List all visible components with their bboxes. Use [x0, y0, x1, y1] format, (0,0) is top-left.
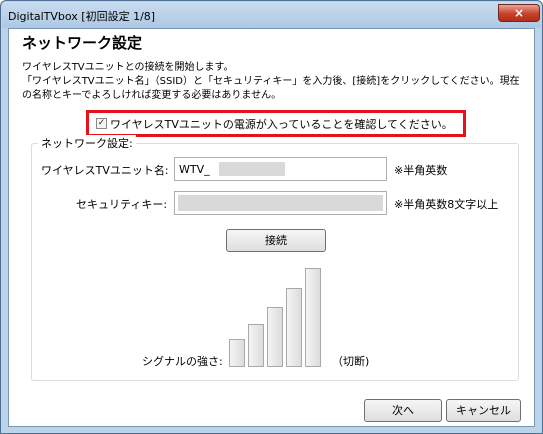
ssid-value: WTV_ [179, 163, 210, 176]
signal-status: （切断) [332, 355, 370, 368]
network-group-label: ネットワーク設定: [38, 135, 136, 151]
ssid-input[interactable]: WTV_ [174, 157, 387, 181]
window-title: DigitalTVbox [初回設定 1/8] [8, 10, 156, 23]
title-bar[interactable]: DigitalTVbox [初回設定 1/8] × [2, 2, 541, 28]
signal-bar-2 [248, 324, 264, 367]
close-button[interactable]: × [498, 4, 540, 22]
power-check-label[interactable]: ワイヤレスTVユニットの電源が入っていることを確認してください。 [110, 116, 453, 132]
intro-line-3: の名称とキーでよろしければ変更する必要はありません。 [22, 90, 282, 101]
signal-bar-3 [267, 307, 283, 367]
cancel-button[interactable]: キャンセル [446, 399, 521, 422]
security-key-label: セキュリティキー: [76, 198, 168, 211]
intro-line-1: ワイヤレスTVユニットとの接続を開始します。 [22, 62, 234, 73]
signal-bar-4 [286, 288, 302, 367]
page-title: ネットワーク設定 [22, 34, 143, 52]
ssid-label: ワイヤレスTVユニット名: [41, 164, 169, 177]
ssid-note: ※半角英数 [394, 164, 448, 177]
power-check-checkbox[interactable]: ✓ [96, 118, 107, 129]
security-key-note: ※半角英数8文字以上 [394, 198, 499, 211]
intro-line-2: 「ワイヤレスTVユニット名」（SSID）と「セキュリティキー」を入力後、[接続]… [22, 76, 520, 87]
signal-bar-5 [305, 268, 321, 367]
signal-bar-1 [229, 339, 245, 367]
security-key-input[interactable] [174, 191, 387, 215]
security-key-masked [178, 195, 383, 211]
connect-button[interactable]: 接続 [226, 229, 326, 252]
signal-strength-label: シグナルの強さ: [142, 355, 223, 368]
next-button[interactable]: 次へ [364, 399, 442, 422]
ssid-masked-part [219, 162, 285, 176]
